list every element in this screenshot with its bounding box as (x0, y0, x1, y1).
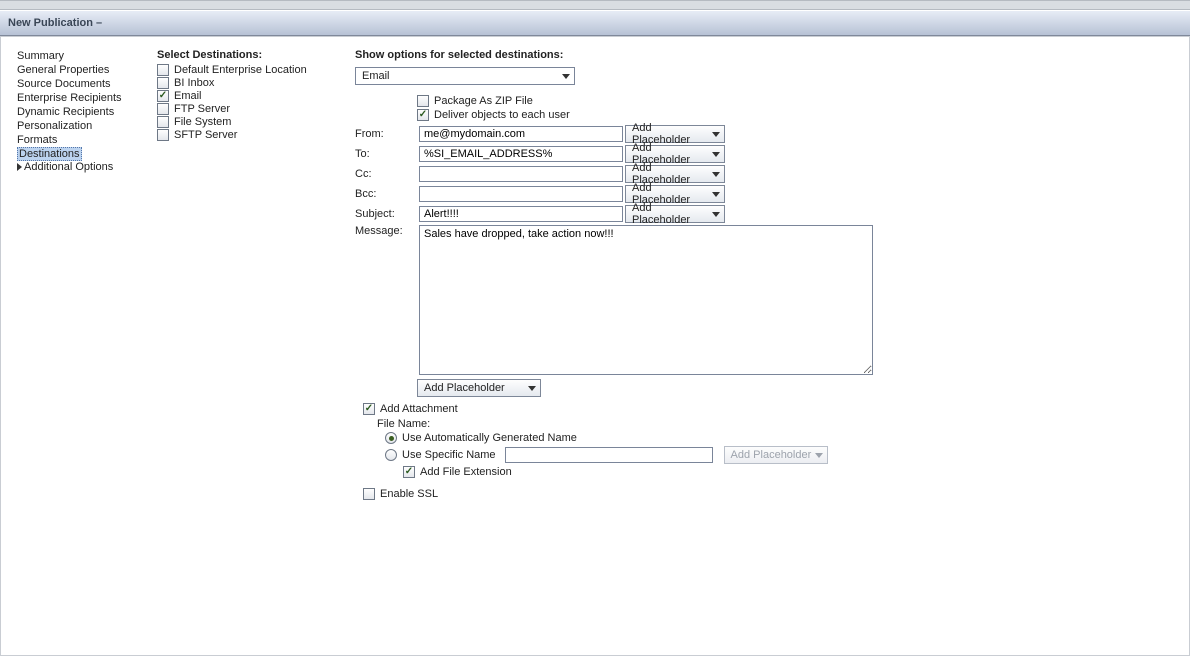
enable-ssl-option[interactable]: Enable SSL (363, 488, 1189, 500)
radio-icon[interactable] (385, 432, 397, 444)
nav-sub-label: Additional Options (24, 161, 113, 173)
chevron-down-icon (712, 172, 720, 177)
dest-label: BI Inbox (174, 77, 214, 89)
to-input[interactable] (419, 146, 623, 162)
cc-input[interactable] (419, 166, 623, 182)
add-file-extension-option[interactable]: Add File Extension (403, 466, 1189, 478)
nav-item-summary[interactable]: Summary (17, 49, 157, 63)
checkbox-icon[interactable] (157, 116, 169, 128)
checkbox-icon[interactable] (417, 95, 429, 107)
enable-ssl-label: Enable SSL (380, 488, 438, 500)
nav-item-destinations[interactable]: Destinations (17, 147, 82, 161)
chevron-down-icon (712, 192, 720, 197)
package-zip-label: Package As ZIP File (434, 95, 533, 107)
add-attachment-option[interactable]: Add Attachment (363, 403, 1189, 416)
dest-row-ftp[interactable]: FTP Server (157, 103, 355, 116)
from-input[interactable] (419, 126, 623, 142)
deliver-each-user-option[interactable]: Deliver objects to each user (417, 109, 1189, 121)
cc-label: Cc: (355, 168, 417, 180)
chevron-down-icon (815, 453, 823, 458)
dest-label: Email (174, 90, 202, 102)
dest-label: SFTP Server (174, 129, 237, 141)
nav-item-source-documents[interactable]: Source Documents (17, 77, 157, 91)
to-label: To: (355, 148, 417, 160)
select-destinations-panel: Select Destinations: Default Enterprise … (157, 47, 355, 655)
specific-name-option[interactable]: Use Specific Name Add Placeholder (385, 446, 1189, 464)
package-zip-option[interactable]: Package As ZIP File (417, 95, 1189, 107)
destination-select-value: Email (362, 70, 390, 82)
destination-select[interactable]: Email (355, 67, 575, 85)
subject-input[interactable] (419, 206, 623, 222)
chevron-down-icon (712, 212, 720, 217)
add-placeholder-to[interactable]: Add Placeholder (625, 145, 725, 163)
workspace: Summary General Properties Source Docume… (0, 36, 1190, 656)
nav-item-formats[interactable]: Formats (17, 133, 157, 147)
dest-row-default-enterprise[interactable]: Default Enterprise Location (157, 64, 355, 77)
nav-item-dynamic-recipients[interactable]: Dynamic Recipients (17, 105, 157, 119)
checkbox-icon[interactable] (157, 77, 169, 89)
bcc-label: Bcc: (355, 188, 417, 200)
add-placeholder-specific-name: Add Placeholder (724, 446, 828, 464)
auto-name-label: Use Automatically Generated Name (402, 432, 577, 444)
message-label: Message: (355, 225, 417, 375)
window-titlebar: New Publication – (0, 10, 1190, 36)
dest-row-sftp[interactable]: SFTP Server (157, 129, 355, 142)
bcc-input[interactable] (419, 186, 623, 202)
nav-item-additional-options[interactable]: Additional Options (17, 161, 157, 173)
nav-sidebar: Summary General Properties Source Docume… (17, 47, 157, 655)
nav-item-enterprise-recipients[interactable]: Enterprise Recipients (17, 91, 157, 105)
add-placeholder-cc[interactable]: Add Placeholder (625, 165, 725, 183)
chevron-down-icon (562, 74, 570, 79)
select-destinations-heading: Select Destinations: (157, 49, 355, 61)
options-heading: Show options for selected destinations: (355, 49, 1189, 61)
checkbox-icon[interactable] (403, 466, 415, 478)
checkbox-icon[interactable] (363, 488, 375, 500)
checkbox-icon[interactable] (363, 403, 375, 415)
file-name-label: File Name: (377, 418, 1189, 430)
add-placeholder-bcc[interactable]: Add Placeholder (625, 185, 725, 203)
radio-icon[interactable] (385, 449, 397, 461)
specific-name-label: Use Specific Name (402, 449, 496, 461)
checkbox-icon[interactable] (157, 129, 169, 141)
dest-label: FTP Server (174, 103, 230, 115)
message-textarea[interactable] (419, 225, 873, 375)
chevron-down-icon (528, 386, 536, 391)
dest-row-file-system[interactable]: File System (157, 116, 355, 129)
chevron-down-icon (712, 152, 720, 157)
chevron-down-icon (712, 132, 720, 137)
dest-row-email[interactable]: Email (157, 90, 355, 103)
specific-name-input[interactable] (505, 447, 713, 463)
add-file-extension-label: Add File Extension (420, 466, 512, 478)
deliver-each-label: Deliver objects to each user (434, 109, 570, 121)
from-label: From: (355, 128, 417, 140)
checkbox-icon[interactable] (157, 103, 169, 115)
add-placeholder-from[interactable]: Add Placeholder (625, 125, 725, 143)
checkbox-icon[interactable] (157, 64, 169, 76)
checkbox-icon[interactable] (417, 109, 429, 121)
dest-row-bi-inbox[interactable]: BI Inbox (157, 77, 355, 90)
auto-name-option[interactable]: Use Automatically Generated Name (385, 432, 1189, 444)
subject-label: Subject: (355, 208, 417, 220)
nav-item-general-properties[interactable]: General Properties (17, 63, 157, 77)
dest-label: File System (174, 116, 231, 128)
add-placeholder-subject[interactable]: Add Placeholder (625, 205, 725, 223)
dest-label: Default Enterprise Location (174, 64, 307, 76)
checkbox-icon[interactable] (157, 90, 169, 102)
add-attachment-label: Add Attachment (380, 403, 458, 415)
nav-item-personalization[interactable]: Personalization (17, 119, 157, 133)
top-strip (0, 0, 1190, 10)
destination-options-panel: Show options for selected destinations: … (355, 47, 1189, 655)
add-placeholder-message[interactable]: Add Placeholder (417, 379, 541, 397)
window-title: New Publication – (8, 17, 102, 29)
caret-right-icon (17, 163, 22, 171)
